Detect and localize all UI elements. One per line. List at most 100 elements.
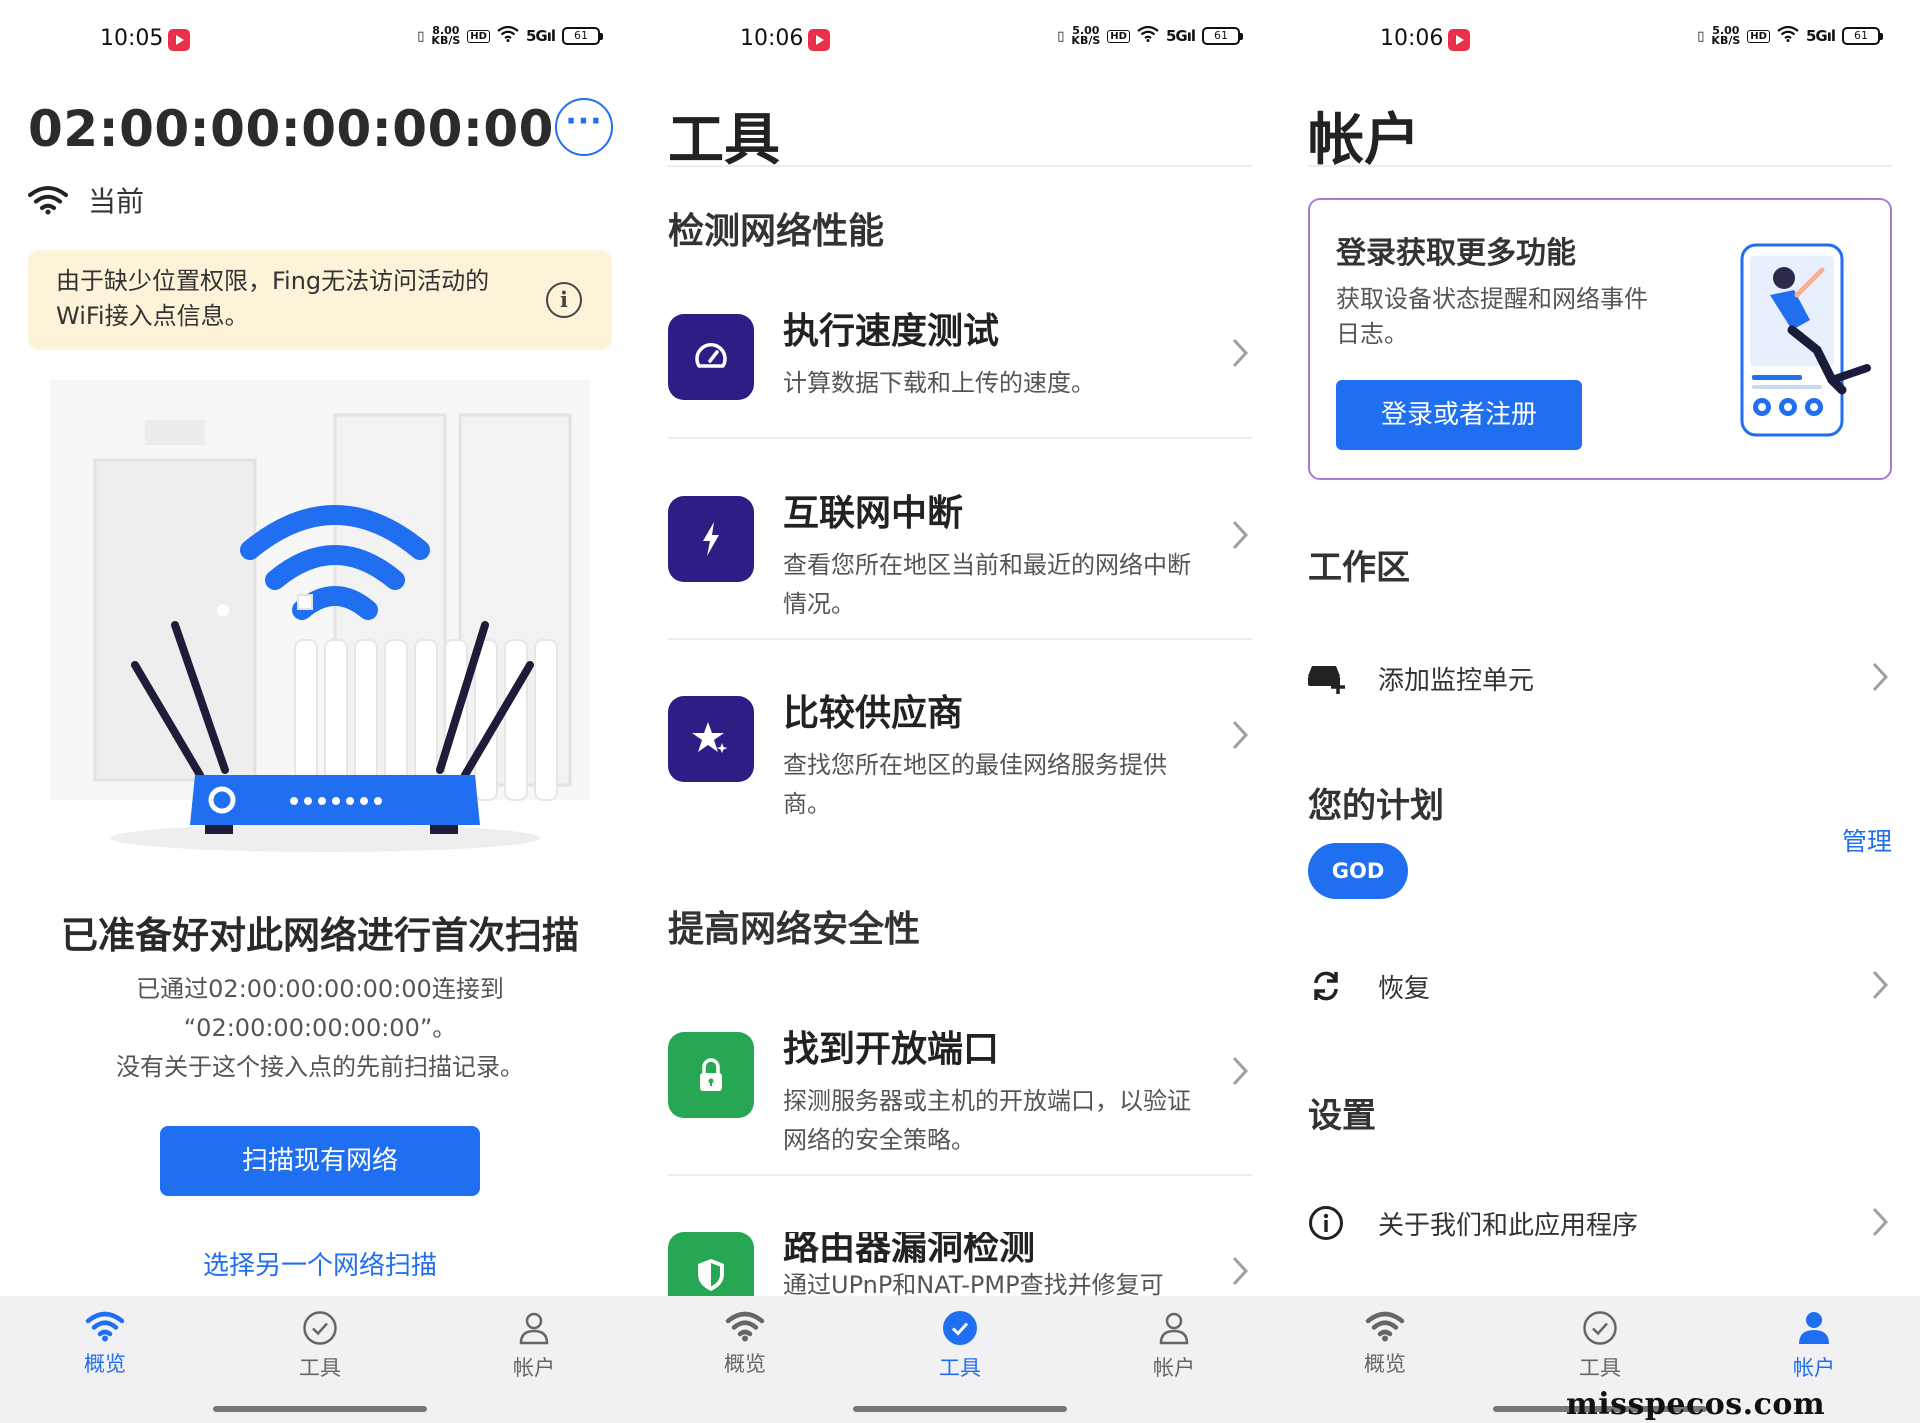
wifi-status-icon	[497, 25, 519, 46]
chevron-right-icon	[1232, 720, 1249, 750]
hd-icon: HD	[1107, 29, 1130, 43]
warning-line-1: 由于缺少位置权限，Fing无法访问活动的	[56, 267, 490, 295]
tool-desc: 查看您所在地区当前和最近的网络中断情况。	[783, 551, 1191, 618]
net-speed-unit: KB/S	[431, 34, 461, 47]
restore-row[interactable]: 恢复	[1308, 956, 1892, 1016]
nav-tab-account[interactable]: 帐户	[1754, 1310, 1874, 1382]
info-icon	[1309, 1206, 1343, 1240]
person-icon	[1159, 1312, 1189, 1345]
phone-illustration-icon	[1740, 243, 1871, 437]
current-label: 当前	[88, 185, 145, 218]
tool-desc: 计算数据下载和上传的速度。	[783, 369, 1095, 397]
login-card-desc: 获取设备状态提醒和网络事件日志。	[1336, 285, 1648, 348]
vibrate-icon: ▯	[1697, 28, 1705, 44]
tool-compare-providers[interactable]: 比较供应商 查找您所在地区的最佳网络服务提供商。	[668, 693, 1252, 826]
hd-icon: HD	[467, 29, 490, 43]
network-type: 5G	[1165, 27, 1188, 45]
wifi-icon	[85, 1311, 125, 1342]
add-device-icon	[1308, 666, 1345, 694]
tool-title: 路由器漏洞检测	[783, 1232, 1036, 1268]
battery-icon: 61	[1202, 27, 1243, 45]
page-title: 帐户	[1308, 108, 1420, 173]
tool-desc: 查找您所在地区的最佳网络服务提供商。	[783, 751, 1167, 818]
chevron-right-icon	[1232, 338, 1249, 368]
nav-tab-account[interactable]: 帐户	[474, 1310, 594, 1382]
current-network: 当前	[28, 180, 144, 220]
chevron-right-icon	[1232, 1056, 1249, 1086]
watermark: misspecos.com	[1566, 1387, 1826, 1422]
screen-record-icon	[1448, 29, 1470, 51]
wifi-icon	[725, 1311, 765, 1342]
restore-label: 恢复	[1378, 974, 1431, 1004]
star-icon	[692, 722, 728, 753]
tool-speed-test[interactable]: 执行速度测试 计算数据下载和上传的速度。	[668, 311, 1252, 424]
divider	[1308, 165, 1892, 167]
status-bar: 10:05 ▯ 8.00 KB/S HD 5Gıl 61	[0, 0, 640, 80]
status-bar: 10:06 ▯ 5.00 KB/S HD 5Gıl 61	[1280, 0, 1920, 80]
sync-icon	[1314, 971, 1338, 1001]
home-indicator[interactable]	[213, 1406, 427, 1412]
about-row[interactable]: 关于我们和此应用程序	[1308, 1193, 1892, 1253]
vibrate-icon: ▯	[417, 28, 425, 44]
status-time: 10:05	[100, 26, 164, 51]
add-monitor-label: 添加监控单元	[1378, 666, 1535, 696]
overview-screen: 10:05 ▯ 8.00 KB/S HD 5Gıl 61 02:00:00:00:…	[0, 0, 640, 1423]
tool-title: 执行速度测试	[783, 311, 1000, 352]
wifi-icon	[1365, 1311, 1405, 1342]
tool-internet-outage[interactable]: 互联网中断 查看您所在地区当前和最近的网络中断情况。	[668, 493, 1252, 626]
signal-icon: 5Gıl	[525, 27, 556, 45]
battery-icon: 61	[1842, 27, 1883, 45]
tool-title: 找到开放端口	[783, 1029, 1000, 1070]
tool-title: 比较供应商	[783, 693, 964, 734]
nav-tab-tools[interactable]: 工具	[1540, 1310, 1660, 1382]
lightning-icon	[703, 522, 719, 556]
info-icon[interactable]: i	[546, 282, 582, 318]
nav-tab-overview[interactable]: 概览	[1325, 1310, 1445, 1378]
divider	[668, 1174, 1252, 1176]
more-options-button[interactable]: ···	[555, 98, 613, 156]
section-network-security: 提高网络安全性	[668, 909, 921, 950]
nav-tab-overview[interactable]: 概览	[685, 1310, 805, 1378]
manage-plan-link[interactable]: 管理	[1842, 822, 1892, 858]
nav-tab-account[interactable]: 帐户	[1114, 1310, 1234, 1382]
nav-tab-tools[interactable]: 工具	[900, 1310, 1020, 1382]
wifi-status-icon	[1137, 25, 1159, 46]
person-icon	[519, 1312, 549, 1345]
speedometer-icon	[695, 343, 727, 368]
status-time: 10:06	[740, 26, 804, 51]
vibrate-icon: ▯	[1057, 28, 1065, 44]
net-speed-unit: KB/S	[1071, 34, 1101, 47]
screen-record-icon	[168, 29, 190, 51]
chevron-right-icon	[1232, 1256, 1249, 1286]
plan-badge: GOD	[1308, 843, 1408, 899]
account-screen: 10:06 ▯ 5.00 KB/S HD 5Gıl 61 帐户 登录获取更多功能 …	[1280, 0, 1920, 1423]
shield-icon	[698, 1259, 724, 1291]
check-circle-icon	[943, 1311, 977, 1345]
tool-desc: 探测服务器或主机的开放端口，以验证网络的安全策略。	[783, 1087, 1191, 1154]
login-register-button[interactable]: 登录或者注册	[1336, 380, 1582, 450]
chevron-right-icon	[1872, 1207, 1889, 1237]
section-your-plan: 您的计划	[1308, 786, 1444, 826]
battery-icon: 61	[562, 27, 603, 45]
check-circle-icon	[1583, 1311, 1617, 1345]
login-card: 登录获取更多功能 获取设备状态提醒和网络事件日志。 登录或者注册	[1308, 198, 1892, 480]
net-speed-unit: KB/S	[1711, 34, 1741, 47]
nav-tab-tools[interactable]: 工具	[260, 1310, 380, 1382]
page-title: 工具	[668, 108, 780, 173]
choose-other-network-link[interactable]: 选择另一个网络扫描	[0, 1245, 640, 1282]
login-card-title: 登录获取更多功能	[1336, 236, 1576, 271]
section-workspace: 工作区	[1308, 548, 1410, 588]
screen-record-icon	[808, 29, 830, 51]
home-indicator[interactable]	[853, 1406, 1067, 1412]
tool-open-ports[interactable]: 找到开放端口 探测服务器或主机的开放端口，以验证网络的安全策略。	[668, 1029, 1252, 1162]
divider	[668, 437, 1252, 439]
wifi-status-icon	[1777, 25, 1799, 46]
lock-icon	[700, 1058, 722, 1091]
nav-tab-overview[interactable]: 概览	[45, 1310, 165, 1378]
add-monitor-row[interactable]: 添加监控单元	[1308, 648, 1892, 708]
router-illustration	[50, 380, 590, 852]
tool-router-vulnerability[interactable]: 路由器漏洞检测 通过UPnP和NAT-PMP查找并修复可	[668, 1232, 1252, 1296]
network-type: 5G	[525, 27, 548, 45]
signal-icon: 5Gıl	[1165, 27, 1196, 45]
scan-network-button[interactable]: 扫描现有网络	[160, 1126, 480, 1196]
